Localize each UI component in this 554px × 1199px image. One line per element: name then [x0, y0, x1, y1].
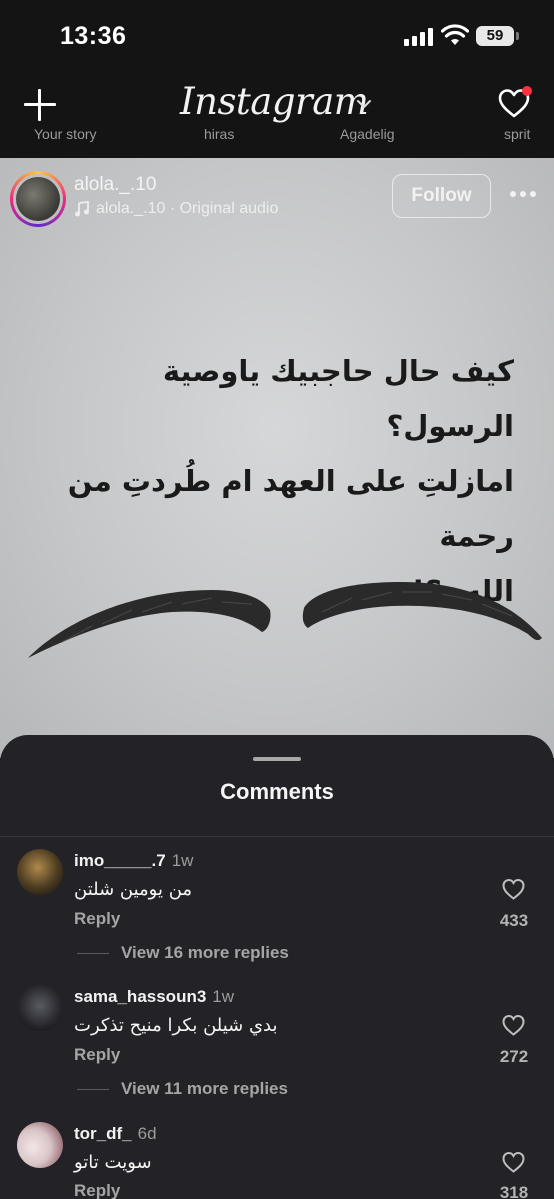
status-bar: 13:36 59	[0, 0, 554, 72]
heart-icon[interactable]	[501, 1013, 526, 1037]
avatar[interactable]	[17, 1122, 63, 1168]
sheet-grabber[interactable]	[253, 757, 301, 761]
like-count: 318	[499, 1183, 529, 1199]
instagram-logo[interactable]: Instagram	[180, 80, 369, 123]
comment-header: tor_df_ 6d	[74, 1124, 157, 1144]
view-more-replies-label: View 11 more replies	[121, 1079, 288, 1098]
reply-button[interactable]: Reply	[74, 909, 120, 929]
story-label[interactable]: Your story	[34, 126, 97, 142]
comments-title: Comments	[220, 779, 334, 804]
battery-indicator: 59	[476, 26, 514, 46]
post-username[interactable]: alola._.10	[74, 174, 156, 196]
reply-button[interactable]: Reply	[74, 1045, 120, 1065]
comment-text: من يومين شلتن	[74, 879, 193, 900]
cellular-signal-icon	[404, 28, 434, 46]
wifi-icon	[441, 24, 469, 45]
comment-item: sama_hassoun3 1w بدي شيلن بكرا منيح تذكرت…	[0, 985, 554, 1115]
comment-text: بدي شيلن بكرا منيح تذكرت	[74, 1015, 278, 1036]
avatar[interactable]	[17, 849, 63, 895]
eyebrows-illustration	[28, 582, 542, 658]
top-navigation: Instagram Your story hiras Agadelig spri…	[0, 72, 554, 158]
view-more-replies[interactable]: View 16 more replies	[77, 943, 289, 963]
view-more-replies[interactable]: View 11 more replies	[77, 1079, 288, 1099]
stories-tray: Your story hiras Agadelig sprit	[0, 126, 554, 146]
story-label[interactable]: sprit	[504, 126, 530, 142]
plus-icon[interactable]	[24, 89, 56, 121]
music-note-icon	[75, 201, 89, 217]
comment-age: 1w	[171, 851, 194, 870]
battery-nub	[516, 32, 519, 40]
story-label[interactable]: hiras	[204, 126, 234, 142]
post[interactable]: alola._.10 alola._.10 · Original audio F…	[0, 158, 554, 758]
post-audio[interactable]: alola._.10 · Original audio	[74, 200, 278, 218]
post-avatar[interactable]	[10, 171, 66, 227]
status-time: 13:36	[60, 22, 127, 50]
comment-item: tor_df_ 6d سويت تاتو Reply 318	[0, 1122, 554, 1199]
reply-button[interactable]: Reply	[74, 1181, 120, 1199]
post-text-line: كيف حال حاجبيك ياوصية الرسول؟	[162, 354, 514, 443]
like-count: 433	[499, 911, 529, 930]
comment-text: سويت تاتو	[74, 1152, 152, 1173]
notification-dot	[522, 86, 532, 96]
comment-item: imo_____.7 1w من يومين شلتن Reply 433 Vie…	[0, 849, 554, 979]
comment-username[interactable]: sama_hassoun3	[74, 987, 206, 1006]
heart-icon[interactable]	[501, 1150, 526, 1174]
like-count: 272	[499, 1047, 529, 1066]
comments-sheet[interactable]: Comments imo_____.7 1w من يومين شلتن Repl…	[0, 735, 554, 1199]
divider	[0, 836, 554, 837]
avatar[interactable]	[17, 985, 63, 1031]
comment-username[interactable]: imo_____.7	[74, 851, 166, 870]
comment-age: 6d	[137, 1124, 157, 1143]
chevron-down-icon[interactable]	[356, 96, 372, 112]
view-more-replies-label: View 16 more replies	[121, 943, 289, 962]
comment-username[interactable]: tor_df_	[74, 1124, 132, 1143]
comment-header: sama_hassoun3 1w	[74, 987, 234, 1007]
more-icon[interactable]	[510, 191, 536, 197]
comment-age: 1w	[212, 987, 235, 1006]
post-text-line: امازلتِ على العهد ام طُردتِ من رحمة	[67, 464, 514, 553]
story-label[interactable]: Agadelig	[340, 126, 395, 142]
follow-button[interactable]: Follow	[392, 174, 491, 218]
comment-header: imo_____.7 1w	[74, 851, 193, 871]
heart-icon[interactable]	[501, 877, 526, 901]
post-audio-label: alola._.10 · Original audio	[96, 200, 279, 217]
